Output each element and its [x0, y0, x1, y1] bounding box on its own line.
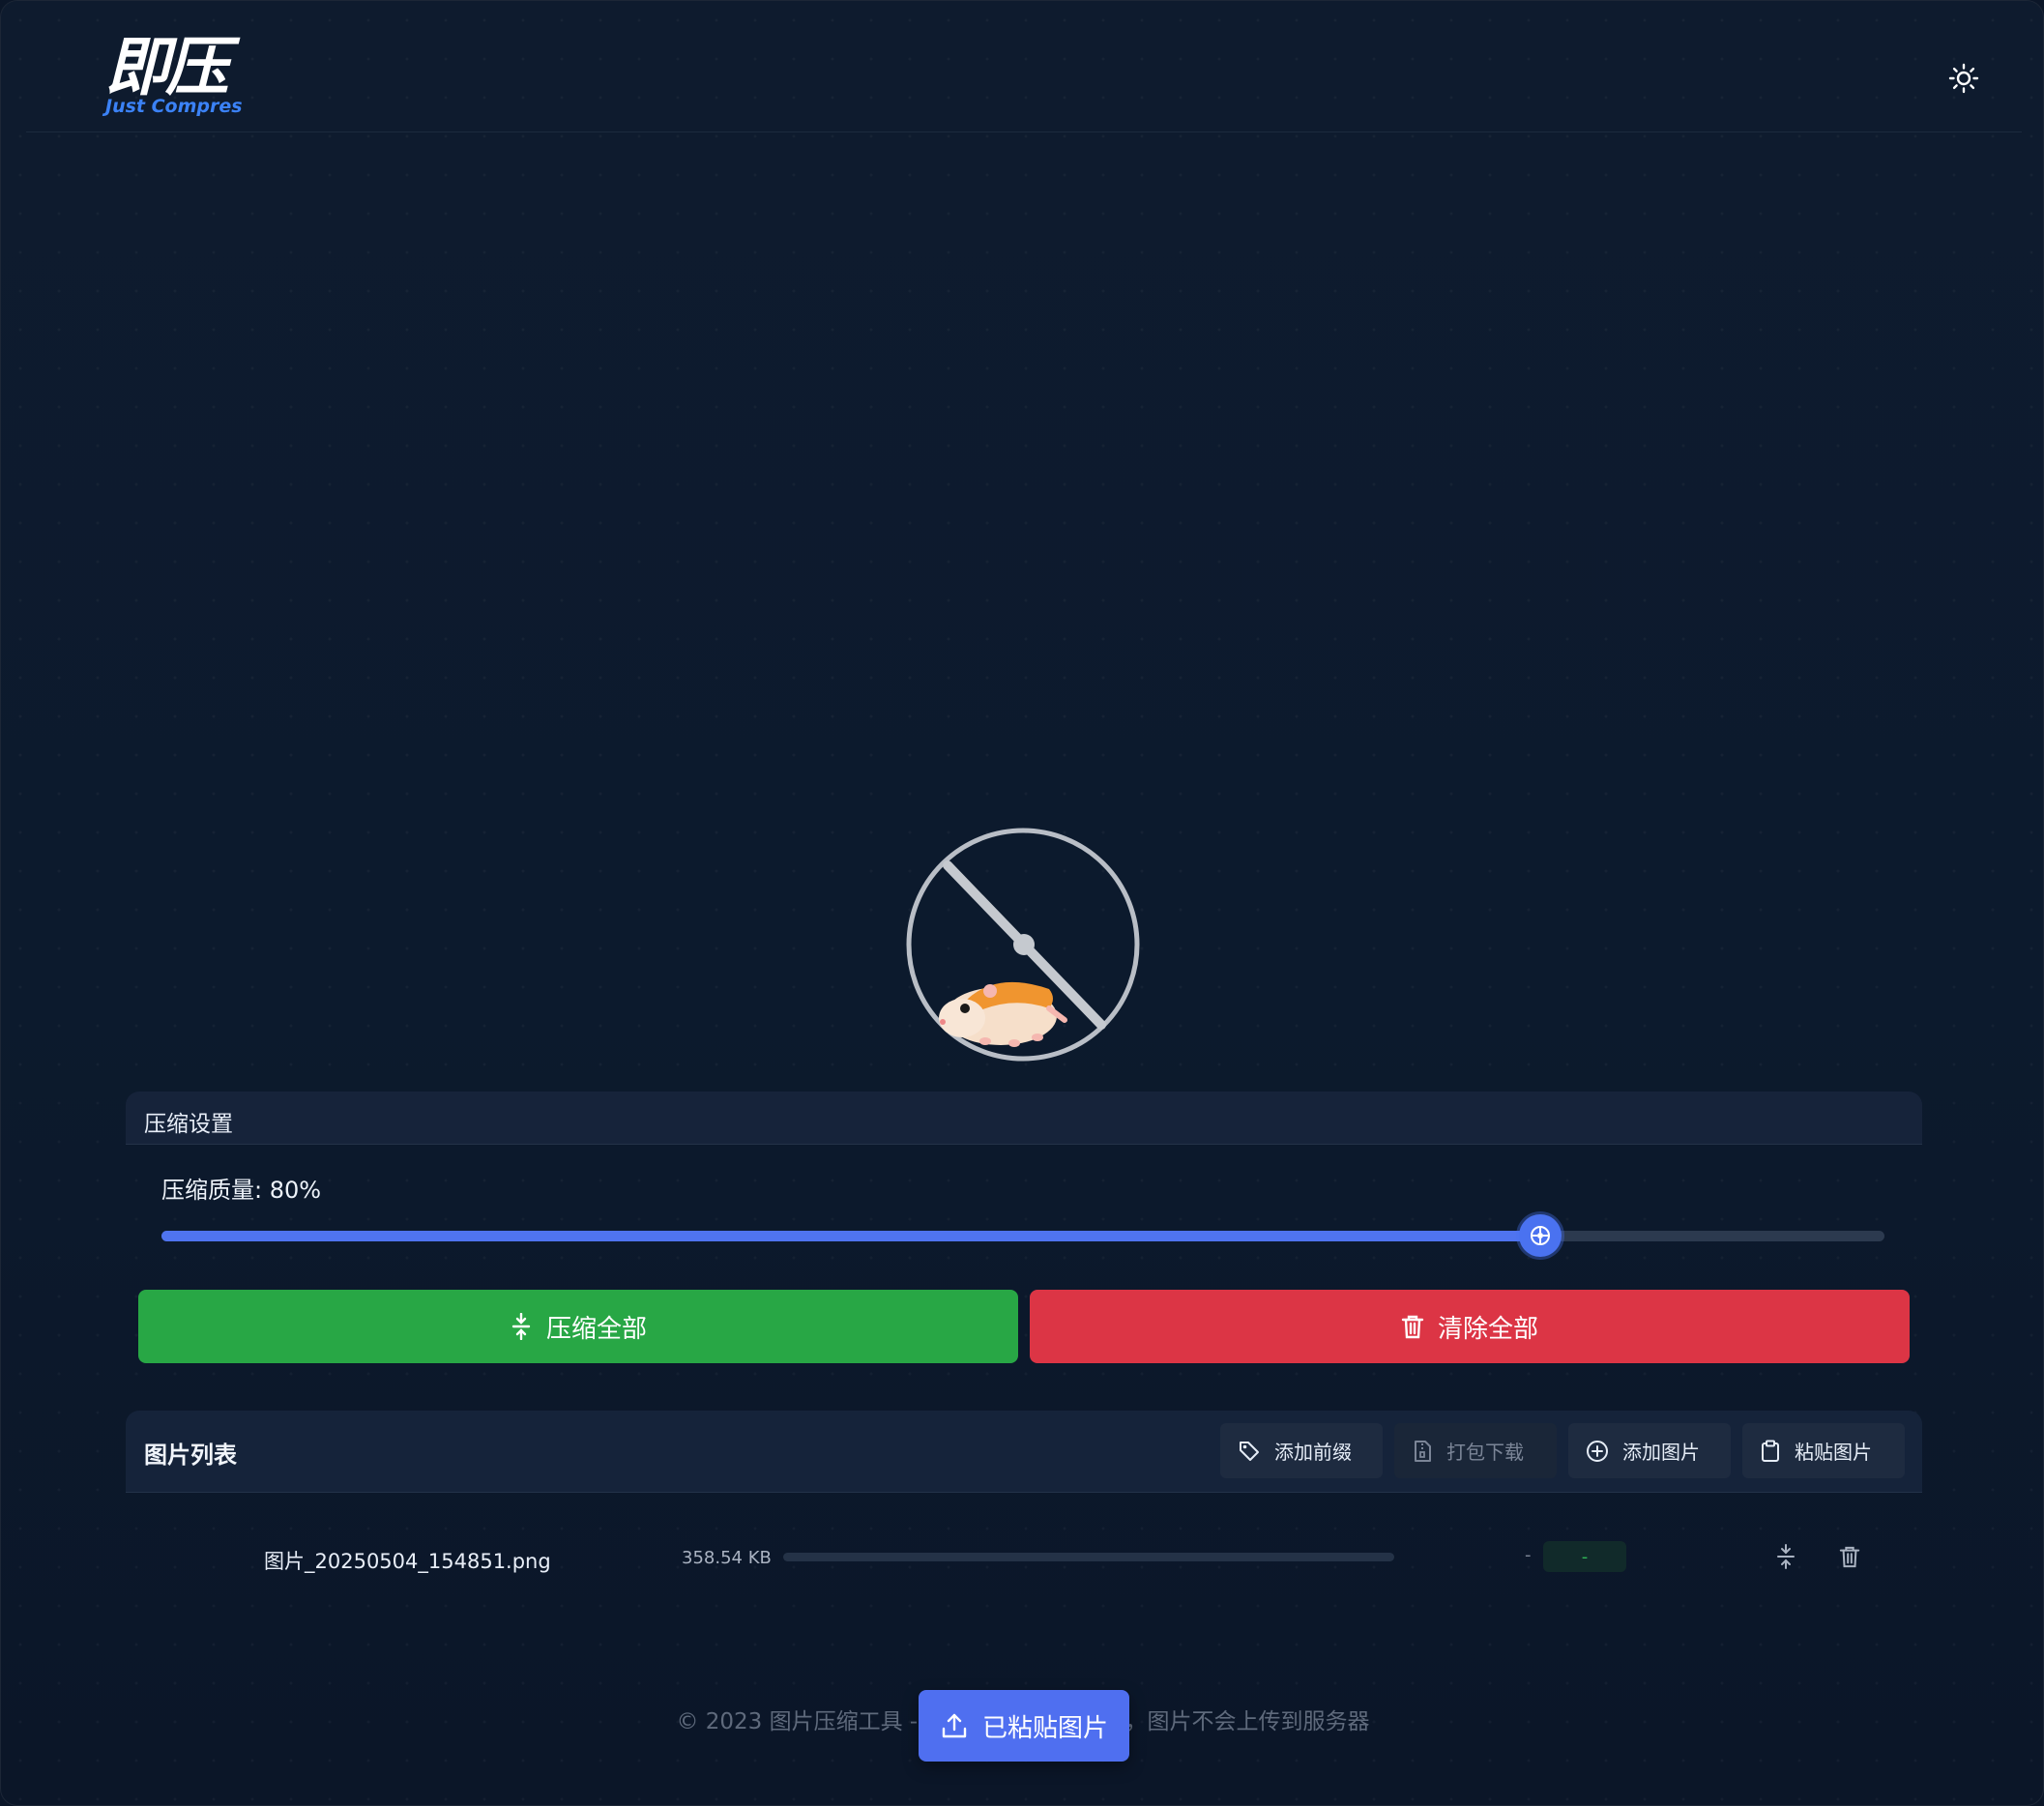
- add-prefix-button[interactable]: 添加前缀: [1220, 1423, 1383, 1478]
- compress-icon: [1777, 1544, 1795, 1569]
- trash-icon: [1401, 1315, 1424, 1339]
- slider-handle-icon: [1530, 1226, 1550, 1245]
- trash-icon: [1839, 1546, 1860, 1568]
- compress-all-label: 压缩全部: [545, 1314, 647, 1344]
- top-header: 即压 Just Compres: [26, 1, 2022, 132]
- clipboard-icon: [1762, 1440, 1779, 1462]
- upload-icon: [942, 1713, 967, 1738]
- download-zip-label: 打包下载: [1446, 1441, 1524, 1464]
- compress-icon: [511, 1313, 531, 1340]
- add-image-label: 添加图片: [1622, 1441, 1700, 1464]
- file-size: 358.54 KB: [682, 1548, 772, 1568]
- pasted-image-button[interactable]: 已粘贴图片: [919, 1690, 1129, 1762]
- delete-file-button[interactable]: [1833, 1540, 1866, 1573]
- compressed-size: -: [1525, 1545, 1532, 1565]
- image-list-header: 图片列表 添加前缀 打包下载 添加图片 粘贴图片: [126, 1411, 1922, 1493]
- compression-progress: [783, 1553, 1394, 1561]
- pasted-image-label: 已粘贴图片: [981, 1713, 1108, 1743]
- app-window: 即压 Just Compres 压缩设置 压缩质量: 80% 压缩全部 清除全部…: [0, 0, 2044, 1806]
- logo-subtitle: Just Compres: [105, 96, 243, 117]
- compress-file-button[interactable]: [1769, 1540, 1802, 1573]
- plus-circle-icon: [1587, 1440, 1608, 1462]
- compression-settings-panel: 压缩设置 压缩质量: 80%: [126, 1092, 1922, 1257]
- image-list-title: 图片列表: [144, 1442, 237, 1469]
- logo-mark: 即压: [105, 30, 229, 104]
- tag-icon: [1240, 1441, 1259, 1461]
- settings-title: 压缩设置: [144, 1112, 233, 1137]
- theme-toggle-button[interactable]: [1941, 55, 1987, 102]
- settings-header: 压缩设置: [126, 1092, 1922, 1145]
- quality-slider-fill: [161, 1231, 1540, 1241]
- hamster-wheel-illustration: [906, 828, 1140, 1062]
- clear-all-label: 清除全部: [1437, 1314, 1538, 1344]
- compression-ratio-badge: -: [1543, 1541, 1626, 1572]
- quality-label: 压缩质量: 80%: [161, 1177, 322, 1204]
- download-zip-button[interactable]: 打包下载: [1394, 1423, 1557, 1478]
- zip-file-icon: [1415, 1440, 1431, 1462]
- add-image-button[interactable]: 添加图片: [1568, 1423, 1731, 1478]
- compress-all-button[interactable]: 压缩全部: [138, 1290, 1018, 1363]
- file-name: 图片_20250504_154851.png: [264, 1550, 551, 1573]
- table-row: 图片_20250504_154851.png 358.54 KB - -: [126, 1509, 1922, 1602]
- quality-slider[interactable]: [161, 1214, 1884, 1257]
- logo[interactable]: 即压 Just Compres: [105, 34, 260, 121]
- paste-image-label: 粘贴图片: [1795, 1441, 1872, 1464]
- add-prefix-label: 添加前缀: [1274, 1441, 1352, 1464]
- clear-all-button[interactable]: 清除全部: [1030, 1290, 1910, 1363]
- quality-slider-thumb[interactable]: [1518, 1214, 1562, 1257]
- sun-icon: [1948, 63, 1979, 94]
- paste-image-button[interactable]: 粘贴图片: [1742, 1423, 1905, 1478]
